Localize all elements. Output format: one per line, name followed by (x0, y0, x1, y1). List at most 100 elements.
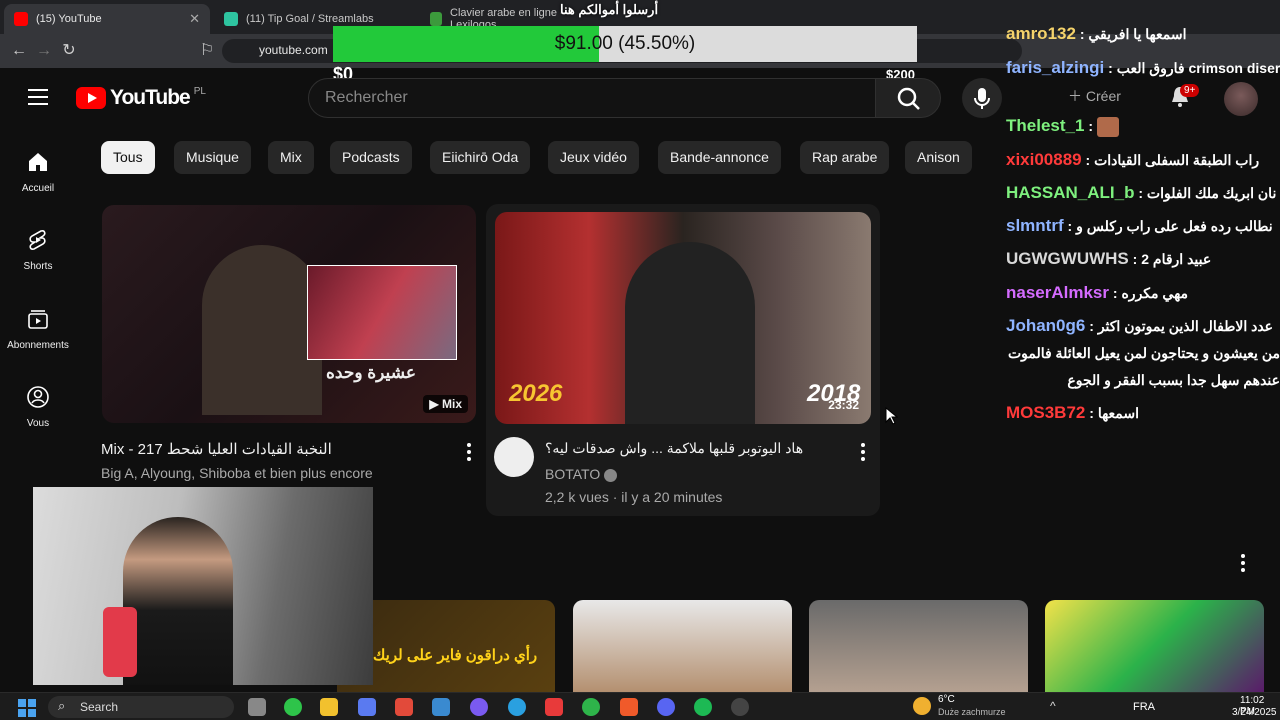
tab-youtube[interactable]: (15) YouTube ✕ (4, 4, 210, 34)
streamlabs-favicon-icon (224, 12, 238, 26)
chat-message: naserAlmksr : مهي مكرره (1006, 283, 1189, 302)
chat-message: xixi00889 : راب الطبقة السفلى القيادات (1006, 150, 1260, 169)
search-input[interactable] (325, 79, 855, 117)
chat-text: عدد الاطفال الذين يموتون اكثر (1097, 318, 1274, 334)
sidebar-item-shorts[interactable]: Shorts (0, 228, 76, 272)
close-tab-icon[interactable]: ✕ (189, 11, 200, 27)
mix-playlist-icon: ▶︎ (429, 397, 442, 411)
sidebar-item-you[interactable]: Vous (0, 385, 76, 429)
user-icon (27, 386, 49, 408)
taskbar-search-label: Search (80, 700, 119, 714)
chip-music[interactable]: Musique (174, 141, 251, 174)
chip-mix[interactable]: Mix (268, 141, 314, 174)
tray-chevron-icon[interactable]: ^ (1050, 699, 1056, 713)
chat-message-continued: عندهم سهل جدا بسبب الفقر و الجوع (1006, 370, 1280, 390)
spotify-icon[interactable] (694, 698, 712, 716)
discord-icon[interactable] (657, 698, 675, 716)
app-icon[interactable] (731, 698, 749, 716)
reload-icon[interactable]: ↻ (58, 41, 80, 61)
chip-all[interactable]: Tous (101, 141, 155, 174)
chat-message-continued: من يعيشون و يحتاجون لمن يعيل العائلة فال… (1006, 343, 1280, 363)
app-icon[interactable] (358, 698, 376, 716)
video-title[interactable]: Mix - 217 النخبة القيادات العليا شحط (101, 440, 332, 458)
back-arrow-icon[interactable]: ← (8, 41, 30, 61)
chat-username: Johan0g6 (1006, 316, 1086, 335)
windows-start-icon[interactable] (18, 699, 36, 717)
sidebar-item-home[interactable]: Accueil (0, 150, 76, 194)
brave-icon[interactable] (620, 698, 638, 716)
app-icon[interactable] (582, 698, 600, 716)
chat-text: عندهم سهل جدا بسبب الفقر و الجوع (1067, 372, 1280, 388)
store-icon[interactable] (432, 698, 450, 716)
chat-username: naserAlmksr (1006, 283, 1110, 302)
chip-video-games[interactable]: Jeux vidéo (548, 141, 639, 174)
mouse-cursor-icon (885, 406, 898, 425)
video-thumbnail-botato[interactable]: 2026 2018 23:32 (495, 212, 871, 424)
chip-trailers[interactable]: Bande-annonce (658, 141, 781, 174)
chat-message: HASSAN_ALI_b : نان ابريك ملك الفلوات (1006, 183, 1277, 202)
chip-eiichiro-oda[interactable]: Eiichirō Oda (430, 141, 531, 174)
search-button[interactable] (875, 78, 941, 118)
chip-arab-rap[interactable]: Rap arabe (800, 141, 890, 174)
app-icon[interactable] (284, 698, 302, 716)
forward-arrow-icon[interactable]: → (33, 41, 55, 61)
sidebar-item-label: Abonnements (7, 340, 69, 351)
video-thumbnail-mix[interactable]: عشيرة وحده ▶︎ Mix (102, 205, 476, 423)
chat-username: xixi00889 (1006, 150, 1082, 169)
thumbnail-inset-image (307, 265, 457, 360)
chat-username: MOS3B72 (1006, 403, 1086, 422)
more-options-icon[interactable] (466, 443, 472, 461)
channel-name-text: BOTATO (545, 466, 601, 482)
shorts-more-options-icon[interactable] (1240, 554, 1246, 572)
chat-username: slmntrf (1006, 216, 1064, 235)
chat-message: UGWGWUWHS : عبيد ارقام 2 (1006, 249, 1212, 268)
more-options-icon[interactable] (860, 443, 866, 461)
streamer-image (123, 517, 233, 685)
search-box (308, 78, 876, 118)
verified-icon (604, 468, 618, 482)
chat-username: HASSAN_ALI_b (1006, 183, 1135, 202)
shorts-icon (29, 230, 46, 250)
task-view-icon[interactable] (248, 698, 266, 716)
sidebar-item-label: Vous (26, 418, 50, 429)
short-caption: رأي دراقون فاير على لريك (373, 647, 538, 664)
youtube-logo[interactable]: YouTube PL (76, 86, 206, 110)
chip-anison[interactable]: Anison (905, 141, 972, 174)
channel-avatar[interactable] (494, 437, 534, 477)
bookmark-icon[interactable]: ⚐ (196, 41, 218, 61)
chat-message: amro132 : اسمعها يا افريقي (1006, 24, 1187, 43)
clock-date[interactable]: 3/24/2025 (1232, 707, 1277, 718)
short-thumbnail-3[interactable] (809, 600, 1028, 692)
video-title[interactable]: هاد اليوتوبر قلبها ملاكمة ... واش صدقات … (545, 440, 803, 457)
voice-search-button[interactable] (962, 78, 1002, 118)
hamburger-menu-icon[interactable] (28, 89, 48, 105)
app-icon[interactable] (470, 698, 488, 716)
sidebar-item-subscriptions[interactable]: Abonnements (0, 307, 76, 351)
short-thumbnail-4[interactable] (1045, 600, 1264, 692)
goal-title: أرسلوا أموالكم هنا (560, 2, 659, 17)
mix-badge-label: Mix (441, 397, 462, 411)
chat-text: اسمعها (1097, 405, 1140, 421)
app-icon[interactable] (395, 698, 413, 716)
taskbar-search-box[interactable]: ⌕ Search (48, 696, 234, 718)
subscriptions-icon (28, 310, 48, 329)
windows-taskbar: ⌕ Search 6°C Duże zachmurze ^ FRA 11:02 … (0, 692, 1280, 720)
short-thumbnail-2[interactable] (573, 600, 792, 692)
weather-temp: 6°C (938, 694, 955, 705)
file-explorer-icon[interactable] (320, 698, 338, 716)
sidebar-item-label: Shorts (23, 261, 53, 272)
channel-name[interactable]: BOTATO (545, 466, 618, 482)
chat-username: faris_alzingi (1006, 58, 1105, 77)
language-indicator[interactable]: FRA (1133, 701, 1155, 713)
chat-text: من يعيشون و يحتاجون لمن يعيل العائلة فال… (1007, 345, 1280, 361)
app-icon[interactable] (545, 698, 563, 716)
edge-icon[interactable] (508, 698, 526, 716)
chat-text: فاروق العب crimson disert (1116, 60, 1280, 76)
chat-message: slmntrf : نطالب رده فعل على راب ركلس و (1006, 216, 1273, 235)
search-icon (897, 87, 920, 110)
chat-emote-image (1096, 116, 1119, 137)
chat-text: راب الطبقة السفلى القيادات (1094, 152, 1260, 168)
weather-icon[interactable] (913, 697, 931, 715)
chip-podcasts[interactable]: Podcasts (330, 141, 412, 174)
sidebar-item-label: Accueil (21, 183, 55, 194)
